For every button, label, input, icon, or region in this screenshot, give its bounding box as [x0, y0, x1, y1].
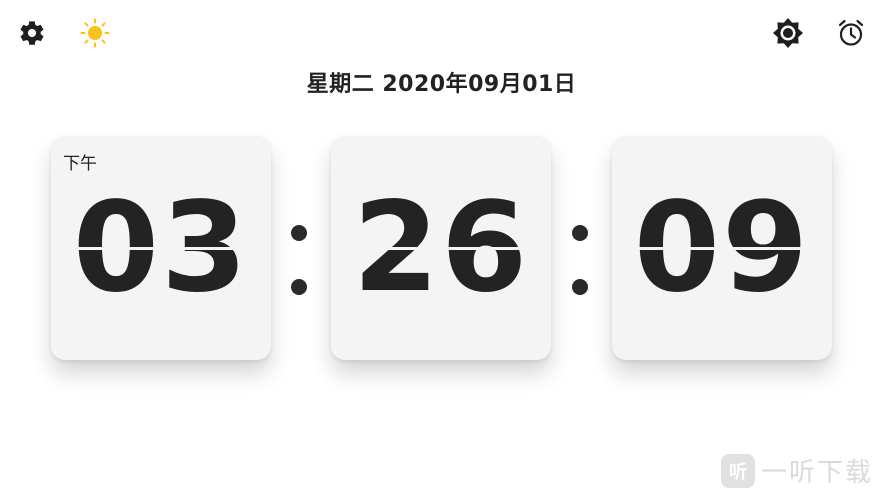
colon-dot [572, 279, 588, 295]
sun-icon [80, 18, 110, 48]
colon-dot [572, 225, 588, 241]
watermark-logo: 听 [720, 453, 755, 488]
colon-separator [570, 220, 590, 300]
brightness-button[interactable] [771, 16, 805, 50]
alarm-button[interactable] [834, 16, 868, 50]
watermark: 听 一听下载 [720, 452, 873, 489]
brightness-icon [773, 18, 803, 48]
watermark-text: 一听下载 [760, 458, 873, 488]
card-divider [612, 247, 832, 250]
theme-toggle-button[interactable] [78, 16, 112, 50]
settings-button[interactable] [15, 16, 49, 50]
ampm-label: 下午 [63, 154, 97, 174]
seconds-card: 09 [612, 136, 832, 360]
colon-separator [289, 220, 309, 300]
hours-card: 03 下午 [51, 136, 271, 360]
card-divider [331, 247, 551, 250]
minutes-card: 26 [331, 136, 551, 360]
colon-dot [291, 225, 307, 241]
card-divider [51, 247, 271, 250]
alarm-clock-icon [838, 19, 864, 46]
colon-dot [291, 279, 307, 295]
settings-gear-icon [20, 21, 44, 45]
date-label: 星期二 2020年09月01日 [306, 72, 577, 97]
